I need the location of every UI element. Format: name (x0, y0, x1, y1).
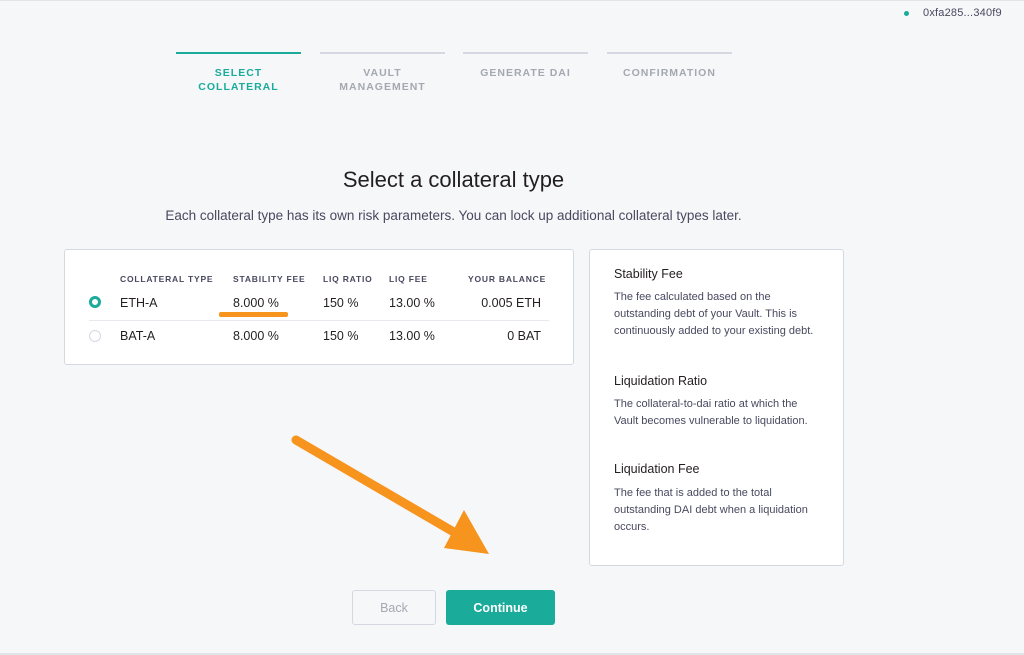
row-divider (89, 320, 549, 321)
cell-liq-fee: 13.00 % (389, 296, 435, 310)
cell-collateral-type: ETH-A (120, 296, 158, 310)
cell-balance: 0.005 ETH (481, 296, 541, 310)
step-indicator-bar (463, 52, 588, 54)
header-stability-fee: STABILITY FEE (233, 274, 306, 284)
cell-stability-fee: 8.000 % (233, 296, 279, 310)
top-border (0, 0, 1024, 1)
header-liq-ratio: LIQ RATIO (323, 274, 373, 284)
header-liq-fee: LIQ FEE (389, 274, 428, 284)
info-stability-fee-title: Stability Fee (614, 267, 683, 281)
info-liq-ratio-text: The collateral-to-dai ratio at which the… (614, 398, 808, 427)
annotation-arrow-shaft (291, 435, 457, 536)
step-select-collateral: SELECT COLLATERAL (176, 52, 301, 94)
step-indicator-bar (176, 52, 301, 54)
info-stability-fee-text: The fee calculated based on the outstand… (614, 291, 814, 337)
info-liq-fee-title: Liquidation Fee (614, 462, 700, 476)
step-confirmation: CONFIRMATION (607, 52, 732, 80)
radio-eth-a[interactable] (89, 296, 101, 308)
info-liq-ratio-title: Liquidation Ratio (614, 374, 708, 388)
page-subtitle: Each collateral type has its own risk pa… (165, 208, 742, 223)
info-liq-fee-text: The fee that is added to the total outst… (614, 487, 808, 533)
wallet-status[interactable]: 0xfa285...340f9 (904, 7, 1002, 19)
annotation-arrow-head-icon (444, 510, 489, 554)
collateral-table: COLLATERAL TYPE STABILITY FEE LIQ RATIO … (64, 249, 574, 365)
step-generate-dai: GENERATE DAI (463, 52, 588, 80)
step-indicator-bar (320, 52, 445, 54)
header-collateral-type: COLLATERAL TYPE (120, 274, 214, 284)
cell-balance: 0 BAT (507, 329, 541, 343)
cell-collateral-type: BAT-A (120, 329, 156, 343)
step-label: VAULT MANAGEMENT (339, 67, 426, 93)
connected-status-dot-icon (904, 10, 909, 16)
header-your-balance: YOUR BALANCE (468, 274, 547, 284)
step-label: GENERATE DAI (480, 67, 571, 79)
step-indicator-bar (607, 52, 732, 54)
cell-liq-ratio: 150 % (323, 296, 359, 310)
info-panel: Stability Fee The fee calculated based o… (589, 249, 844, 566)
back-button[interactable]: Back (352, 590, 436, 625)
step-label: SELECT COLLATERAL (198, 67, 279, 93)
wallet-address: 0xfa285...340f9 (923, 7, 1002, 19)
cell-stability-fee: 8.000 % (233, 329, 279, 343)
page-title: Select a collateral type (342, 167, 565, 192)
step-vault-management: VAULT MANAGEMENT (320, 52, 445, 94)
continue-button[interactable]: Continue (446, 590, 555, 625)
step-label: CONFIRMATION (623, 67, 716, 79)
cell-liq-fee: 13.00 % (389, 329, 435, 343)
cell-liq-ratio: 150 % (323, 329, 359, 343)
radio-bat-a[interactable] (89, 330, 101, 342)
